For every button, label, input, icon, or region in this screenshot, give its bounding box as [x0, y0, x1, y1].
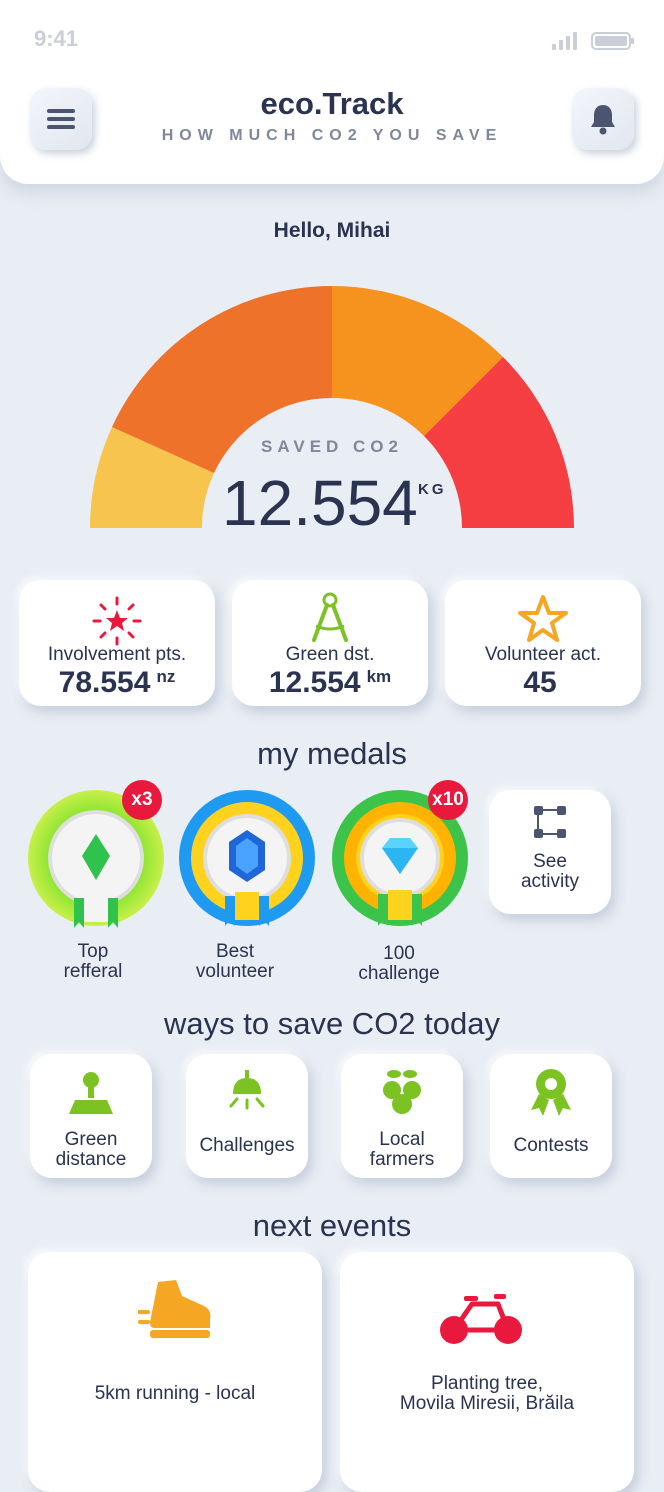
event-label: Planting tree, Movila Miresii, Brăila	[399, 1373, 575, 1414]
saved-co2-unit: KG	[418, 481, 447, 498]
running-shoe-icon	[138, 1280, 211, 1338]
event-planting-tree[interactable]: Planting tree, Movila Miresii, Brăila	[340, 1252, 634, 1492]
compass-icon	[312, 592, 348, 642]
way-green-distance[interactable]: Green distance	[30, 1054, 152, 1178]
medal-label: Top refferal	[63, 941, 123, 982]
bicycle-icon	[440, 1294, 522, 1344]
stat-value: 45	[523, 666, 557, 699]
medal-count-badge: x3	[122, 780, 162, 820]
sparkle-icon	[92, 596, 142, 646]
medals-title: my medals	[257, 736, 407, 771]
involvement-points-card[interactable]: Involvement pts. 78.554 nz	[19, 580, 215, 706]
award-icon	[531, 1069, 571, 1116]
event-label: 5km running - local	[94, 1383, 256, 1404]
app-subtitle: HOW MUCH CO2 YOU SAVE	[161, 127, 503, 144]
medal-100-challenge[interactable]: x10 100 challenge	[330, 780, 470, 988]
way-label: Green distance	[55, 1129, 127, 1170]
star-icon	[518, 595, 568, 642]
way-challenges[interactable]: Challenges	[186, 1054, 308, 1178]
map-pin-icon	[69, 1072, 113, 1114]
events-title: next events	[252, 1208, 412, 1243]
greeting: Hello, Mihai	[273, 219, 391, 242]
saved-co2-label: SAVED CO2	[261, 437, 403, 456]
stat-value: 78.554 nz	[58, 666, 176, 699]
medal-top-referral[interactable]: x3 Top refferal	[26, 780, 166, 988]
way-local-farmers[interactable]: Local farmers	[341, 1054, 463, 1178]
activity-flow-icon	[534, 806, 566, 838]
ways-title: ways to save CO2 today	[164, 1006, 500, 1041]
lamp-icon	[229, 1070, 265, 1110]
fruit-icon	[383, 1070, 421, 1114]
medal-label: Best volunteer	[195, 941, 275, 982]
status-icons	[552, 30, 636, 57]
way-label: Contests	[513, 1135, 589, 1156]
green-distance-card[interactable]: Green dst. 12.554 km	[232, 580, 428, 706]
way-label: Local farmers	[369, 1129, 435, 1170]
app-title: eco.Track	[260, 86, 404, 121]
event-running[interactable]: 5km running - local	[28, 1252, 322, 1492]
volunteer-activity-card[interactable]: Volunteer act. 45	[445, 580, 641, 706]
signal-battery-icon	[552, 32, 634, 50]
see-activity-button[interactable]: See activity	[489, 790, 611, 914]
stat-value: 12.554 km	[268, 666, 392, 699]
medal-best-volunteer[interactable]: Best volunteer	[177, 788, 317, 988]
stat-label: Involvement pts.	[47, 644, 187, 665]
stat-label: Volunteer act.	[484, 644, 602, 665]
medal-sapphire-icon	[179, 790, 315, 926]
see-activity-label: See activity	[520, 851, 580, 892]
saved-co2-value: 12.554	[222, 467, 418, 539]
way-label: Challenges	[199, 1135, 295, 1156]
stat-label: Green dst.	[285, 644, 375, 665]
status-time: 9:41	[34, 26, 79, 51]
medal-count-badge: x10	[428, 780, 468, 820]
way-contests[interactable]: Contests	[490, 1054, 612, 1178]
medal-label: 100 challenge	[358, 943, 440, 984]
